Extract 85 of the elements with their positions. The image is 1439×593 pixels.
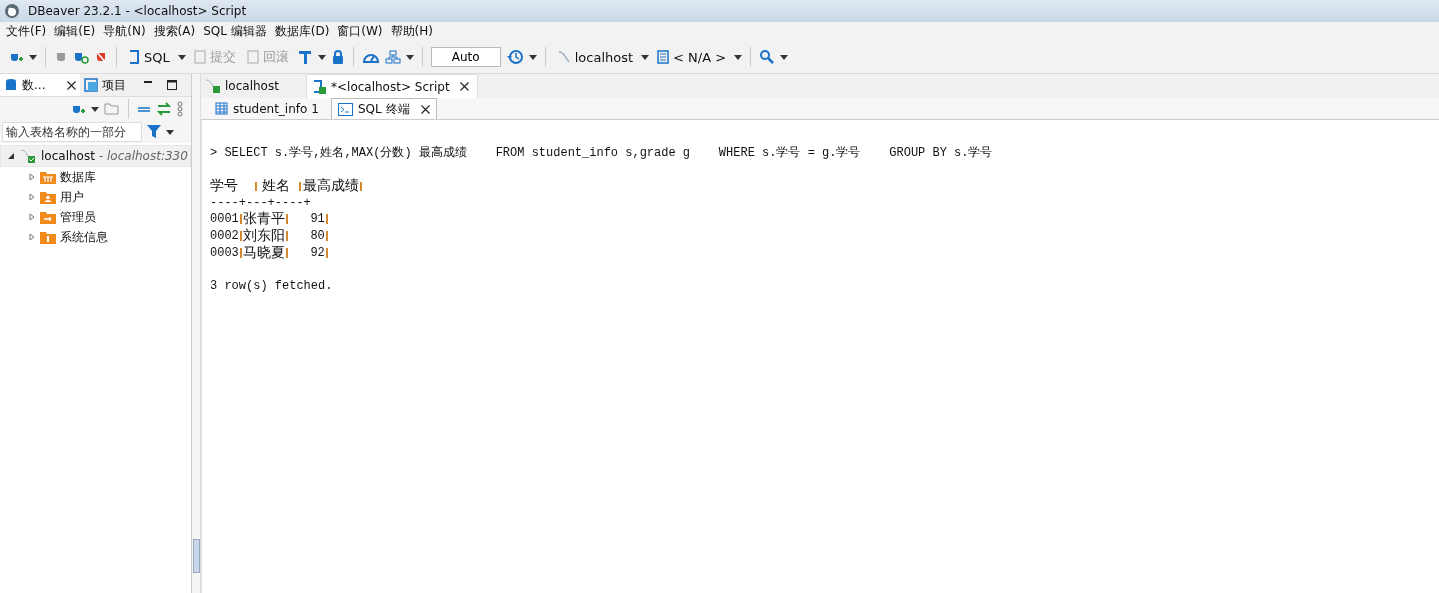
folder-icon [40, 170, 56, 184]
document-icon [193, 50, 206, 64]
collapsed-arrow-icon[interactable] [28, 173, 36, 181]
plug-disconnect-icon[interactable] [94, 49, 108, 65]
menu-item[interactable]: SQL 编辑器 [201, 23, 273, 40]
menu-item[interactable]: 编辑(E) [52, 23, 102, 40]
fetch-summary: 3 row(s) fetched. [210, 279, 334, 293]
document-icon [246, 50, 259, 64]
dropdown-caret-icon[interactable] [405, 54, 414, 60]
maximize-icon[interactable] [166, 79, 178, 91]
table-cell: 马晓夏 [242, 243, 285, 262]
script-icon [311, 78, 327, 95]
terminal-icon [338, 102, 353, 116]
dropdown-caret-icon[interactable] [317, 54, 326, 60]
column-header: 最高成绩 [303, 177, 359, 195]
database-icon [4, 78, 18, 92]
dropdown-caret-icon[interactable] [177, 54, 186, 60]
connection-icon [556, 50, 571, 64]
sql-button[interactable]: SQL [125, 47, 173, 67]
schema-selector[interactable]: < N/A > [654, 47, 730, 67]
table-cell-text: 91 [309, 211, 325, 226]
dropdown-caret-icon[interactable] [641, 54, 650, 60]
connection-icon [205, 78, 221, 94]
result-tab[interactable]: SQL 终端 [331, 98, 437, 119]
history-icon[interactable] [505, 48, 524, 66]
tree-item[interactable]: localhost [41, 149, 95, 163]
sync-arrows-icon[interactable] [156, 102, 172, 116]
dropdown-caret-icon[interactable] [166, 129, 174, 135]
connection-selector[interactable]: localhost [553, 47, 637, 67]
transaction-mode-field[interactable]: Auto [430, 47, 501, 67]
tree-item[interactable]: 用户 [60, 188, 84, 206]
separator-line: ----+---+----+ [210, 196, 312, 210]
menu-item[interactable]: 导航(N) [101, 23, 152, 40]
connection-detail: - localhost:330 [98, 149, 188, 163]
list-document-icon [657, 50, 670, 64]
editor-tab[interactable]: *<localhost> Script [306, 74, 478, 98]
tree-item[interactable]: 系统信息 [60, 228, 108, 246]
table-filter-field[interactable]: 输入表格名称的一部分 [2, 122, 142, 142]
menu-item[interactable]: 文件(F) [4, 23, 53, 40]
column-header: 姓名 [262, 177, 291, 195]
filter-icon[interactable] [146, 124, 162, 140]
table-cell: 0001 [210, 211, 239, 226]
connected-database-icon [19, 148, 37, 164]
text-format-icon[interactable] [296, 49, 313, 65]
menu-item[interactable]: 帮助(H) [388, 23, 439, 40]
more-icon[interactable] [177, 101, 183, 117]
search-icon[interactable] [759, 49, 776, 65]
table-cell: 张青平 [242, 209, 285, 228]
splitter-handle[interactable] [192, 539, 200, 573]
panel-tab[interactable]: 数... [0, 74, 80, 96]
tree-item[interactable]: 数据库 [60, 168, 96, 186]
folder-icon [40, 210, 56, 224]
script-icon [128, 50, 140, 64]
dropdown-caret-icon[interactable] [734, 54, 743, 60]
close-icon[interactable] [67, 80, 76, 90]
collapsed-arrow-icon[interactable] [28, 233, 36, 241]
lock-icon[interactable] [330, 49, 345, 65]
table-cell-text: 80 [309, 228, 325, 243]
collapsed-arrow-icon[interactable] [28, 193, 36, 201]
panel-tab[interactable]: 项目 [80, 74, 130, 96]
menu-item[interactable]: 窗口(W) [335, 23, 389, 40]
dropdown-caret-icon[interactable] [29, 54, 37, 60]
menu-item[interactable]: 数据库(D) [272, 23, 336, 40]
dropdown-caret-icon[interactable] [91, 106, 99, 112]
tree-item[interactable]: 管理员 [60, 208, 96, 226]
table-cell: 0003 [210, 245, 239, 260]
table-grid-icon [215, 102, 228, 115]
table-cell: 0002 [210, 228, 239, 243]
collapsed-arrow-icon[interactable] [28, 213, 36, 221]
close-icon[interactable] [420, 104, 430, 114]
sql-query-text: > SELECT s.学号,姓名,MAX(分数) 最高成绩 FROM student_info s,grade g WHERE s.学号 = g.学号 GROUP BY s.学号 [210, 145, 994, 162]
table-cell-text: 92 [309, 245, 325, 260]
window-icon [84, 78, 98, 92]
close-icon[interactable] [459, 82, 469, 91]
folder-icon [40, 190, 56, 204]
dropdown-caret-icon[interactable] [528, 54, 537, 60]
folder-icon [40, 230, 56, 244]
expanded-arrow-icon[interactable] [7, 152, 15, 160]
menu-item[interactable]: 搜索(A) [151, 23, 202, 40]
table-cell: 刘东阳 [242, 226, 285, 245]
dropdown-caret-icon[interactable] [780, 54, 789, 60]
window-title: DBeaver 23.2.1 - <localhost> Script [28, 4, 247, 18]
editor-tab[interactable]: localhost [201, 74, 306, 98]
column-header: 学号 [210, 177, 239, 195]
result-tab[interactable]: student_info 1 [209, 98, 331, 119]
